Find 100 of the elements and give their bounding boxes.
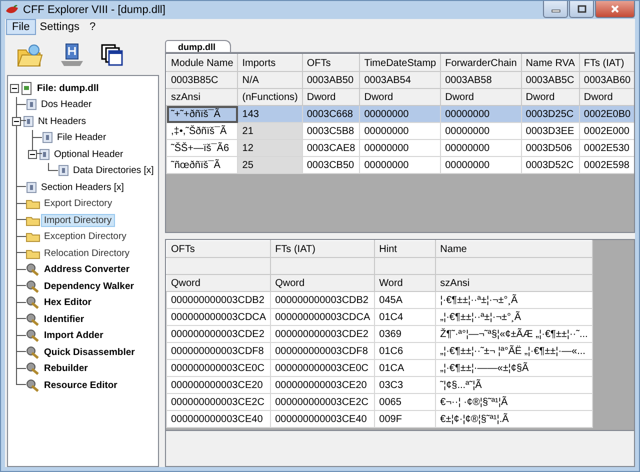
file-tab[interactable]: dump.dll: [165, 40, 230, 52]
tree-item[interactable]: Import Directory: [42, 214, 114, 226]
document-icon: [26, 99, 37, 110]
column-header: ForwarderChain: [440, 54, 522, 72]
table-cell: 00000000: [360, 122, 441, 140]
column-header: Hint: [374, 240, 436, 258]
table-row[interactable]: 000000000003CDF8 000000000003CDF8 01C6 „¦·€¶±±¦··˜±¬ ¦ª°ÃË „¦·€¶±±¦·—«...: [166, 342, 592, 360]
type-cell: Dword: [521, 88, 580, 106]
column-header: FTs (IAT): [270, 240, 375, 258]
type-cell: szAnsi: [436, 274, 592, 292]
minimize-button[interactable]: [543, 1, 568, 18]
table-cell: „¦·€¶±±¦··ª±¦·¬±°¸Ã: [436, 308, 592, 326]
table-cell: 21: [238, 122, 302, 140]
table-cell: ˜+˜+ðñïš¯Ã: [166, 106, 238, 122]
table-cell: 00000000: [360, 106, 441, 122]
folder-icon: [26, 214, 40, 226]
table-cell: 0369: [374, 326, 436, 342]
collapse-icon[interactable]: [28, 150, 37, 159]
tree-item[interactable]: Hex Editor: [42, 297, 94, 308]
close-button[interactable]: [595, 1, 635, 18]
file-icon: [21, 82, 33, 95]
open-folder-icon[interactable]: [17, 43, 43, 67]
tree-item[interactable]: Address Converter: [42, 264, 132, 276]
table-row[interactable]: 000000000003CDB2 000000000003CDB2 045A ¦·€¶±±¦··ª±¦·¬±°¸Ã: [166, 292, 592, 308]
document-icon: [26, 182, 37, 193]
tree-item[interactable]: Export Directory: [42, 198, 114, 210]
table-cell: 000000000003CE2C: [166, 394, 271, 410]
folder-icon: [26, 198, 40, 210]
table-row[interactable]: 000000000003CDCA 000000000003CDCA 01C4 „¦·€¶±±¦··ª±¦·¬±°¸Ã: [166, 308, 592, 326]
table-cell: 0003C668: [302, 106, 360, 122]
table-cell: 143: [238, 106, 302, 122]
tree-item[interactable]: Resource Editor: [42, 380, 120, 391]
tree-item[interactable]: Rebuilder: [42, 363, 90, 374]
table-row[interactable]: 000000000003CE0C 000000000003CE0C 01CA „¦·€¶±±¦·——«±¦¢§Ã: [166, 360, 592, 376]
tree-item[interactable]: Data Directories [x]: [71, 165, 156, 176]
table-row[interactable]: ˜ŠŠ+—ïš¯Ã6 12 0003CAE8 00000000 00000000 0003D506 0002E530: [166, 140, 634, 156]
table-cell: 00000000: [440, 122, 522, 140]
collapse-icon[interactable]: [10, 84, 19, 93]
maximize-icon: [576, 5, 586, 13]
table-cell: 03C3: [374, 376, 436, 394]
tool-icon: [26, 312, 40, 326]
table-cell: ˜ñœðñïš¯Ã: [166, 156, 238, 174]
tree-item[interactable]: Nt Headers: [36, 116, 88, 127]
save-icon[interactable]: [59, 43, 85, 67]
table-cell: 009F: [374, 410, 436, 428]
table-cell: 000000000003CE40: [270, 410, 375, 428]
table-cell: 0003D25C: [521, 106, 580, 122]
tree-item[interactable]: Exception Directory: [42, 231, 128, 242]
table-cell: 00000000: [440, 106, 522, 122]
column-header: TimeDateStamp: [360, 54, 441, 72]
table-cell: 0003D3EE: [521, 122, 580, 140]
tree-item[interactable]: Section Headers [x]: [39, 182, 126, 193]
tree-item[interactable]: File: dump.dll: [35, 82, 101, 94]
tree-item[interactable]: File Header: [55, 132, 108, 144]
table-cell: 0003C5B8: [302, 122, 360, 140]
document-icon: [58, 165, 69, 176]
type-cell: Qword: [166, 274, 271, 292]
windows-icon[interactable]: [101, 44, 123, 66]
column-header: FTs (IAT): [579, 54, 634, 72]
table-cell: 0003CAE8: [302, 140, 360, 156]
tree-item[interactable]: Relocation Directory: [42, 248, 132, 259]
tree-item[interactable]: Identifier: [42, 314, 86, 325]
column-header: OFTs: [302, 54, 360, 72]
tree-item[interactable]: Quick Disassembler: [42, 346, 137, 358]
table-cell: 0002E0B0: [579, 106, 634, 122]
table-row[interactable]: ˜+˜+ðñïš¯Ã 143 0003C668 00000000 00000000 0003D25C 0002E0B0: [166, 106, 634, 122]
app-icon: [5, 5, 19, 15]
type-cell: Word: [374, 274, 436, 292]
tool-icon: [26, 280, 40, 293]
document-icon: [42, 132, 53, 144]
table-cell: 0003D52C: [521, 156, 580, 174]
table-cell: Ž¶˜·ª°¦—¬˜ª§¦«¢±ÃÆ „¦·€¶±±¦··˜...: [436, 326, 592, 342]
collapse-icon[interactable]: [12, 116, 21, 126]
table-row[interactable]: 000000000003CE40 000000000003CE40 009F €±¦¢·¦¢®¦§˜ª¹¦.Ã: [166, 410, 592, 428]
table-cell: €¬··¦ ·¢®¦§˜ª¹¦Ã: [436, 394, 592, 410]
menu-item[interactable]: ?: [84, 20, 101, 34]
tool-icon: [26, 362, 40, 376]
table-row[interactable]: 000000000003CE20 000000000003CE20 03C3 ˜¦¢§...ª˜¦Ã: [166, 376, 592, 394]
table-cell: 000000000003CDCA: [166, 308, 271, 326]
table-cell: 000000000003CE20: [270, 376, 375, 394]
table-row[interactable]: 000000000003CDE2 000000000003CDE2 0369 Ž¶˜·ª°¦—¬˜ª§¦«¢±ÃÆ „¦·€¶±±¦··˜...: [166, 326, 592, 342]
tree-item[interactable]: Dos Header: [39, 99, 94, 110]
table-cell: 0065: [374, 394, 436, 410]
folder-icon: [26, 248, 40, 259]
table-cell: 000000000003CE20: [166, 376, 271, 394]
menu-item[interactable]: File: [7, 20, 35, 34]
table-row[interactable]: 000000000003CE2C 000000000003CE2C 0065 €¬··¦ ·¢®¦§˜ª¹¦Ã: [166, 394, 592, 410]
document-icon: [23, 116, 34, 127]
table-cell: 00000000: [360, 156, 441, 174]
tree-item[interactable]: Dependency Walker: [42, 280, 136, 292]
maximize-button[interactable]: [569, 1, 594, 18]
column-header: Imports: [238, 54, 302, 72]
tree-item[interactable]: Import Adder: [42, 330, 106, 342]
table-row[interactable]: ˜ñœðñïš¯Ã 25 0003CB50 00000000 00000000 0003D52C 0002E598: [166, 156, 634, 174]
type-cell: Dword: [440, 88, 522, 106]
menu-item[interactable]: Settings: [34, 20, 84, 34]
tree-item[interactable]: Optional Header: [52, 148, 126, 160]
table-row[interactable]: ,‡•,˜Šðñïš¯Ã 21 0003C5B8 00000000 00000000 0003D3EE 0002E000: [166, 122, 634, 140]
table-cell: 01CA: [374, 360, 436, 376]
window-title: CFF Explorer VIII - [dump.dll]: [23, 4, 166, 16]
